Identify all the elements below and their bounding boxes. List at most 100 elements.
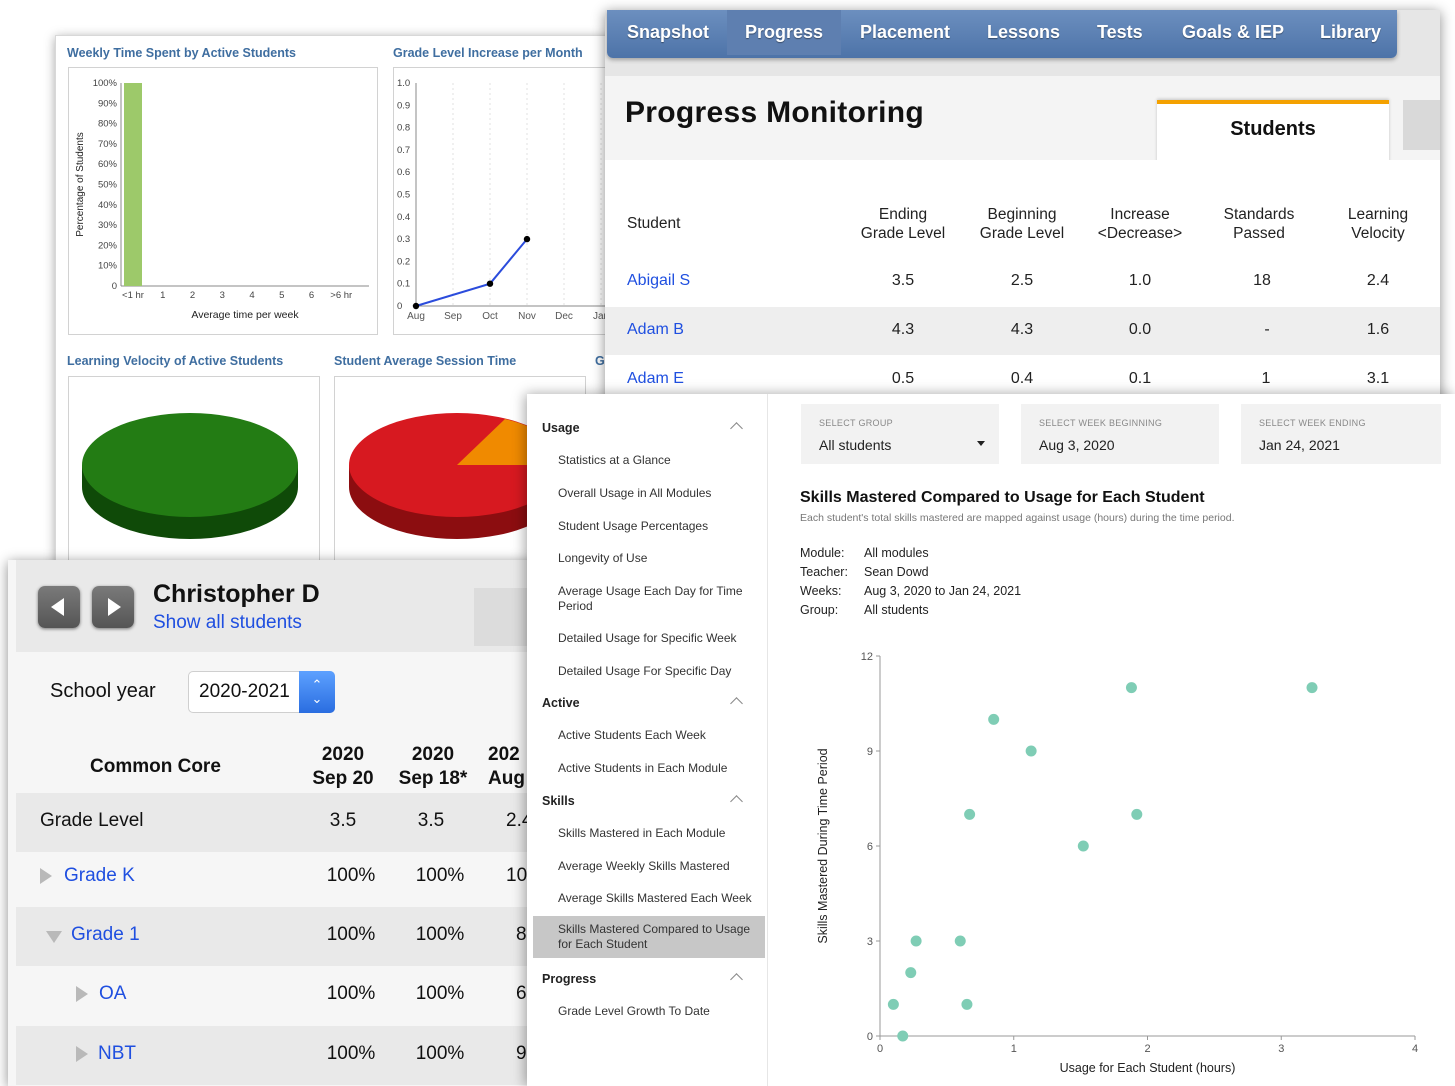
session-title: Student Average Session Time	[334, 354, 517, 368]
school-year-select[interactable]: 2020-2021 ⌃ ⌄	[188, 671, 335, 713]
meta-value: Sean Dowd	[864, 565, 929, 579]
students-table: Student Ending Grade Level Beginning Gra…	[605, 160, 1440, 410]
col-standards[interactable]: Standards Passed	[1199, 205, 1319, 243]
sidebar-item[interactable]: Average Weekly Skills Mastered	[558, 859, 758, 874]
expand-icon[interactable]	[76, 986, 88, 1002]
tab-placement[interactable]: Placement	[860, 22, 950, 43]
x-tick-label: 4	[1412, 1043, 1418, 1055]
col-date-1[interactable]: 2020 Sep 20	[308, 743, 378, 791]
velocity-pie-slice	[82, 413, 298, 517]
tab-tests[interactable]: Tests	[1097, 22, 1143, 43]
collapse-icon[interactable]	[46, 931, 62, 943]
data-point	[412, 302, 420, 310]
sidebar-item[interactable]: Longevity of Use	[558, 551, 758, 566]
y-tick-label: 9	[867, 746, 873, 758]
sidebar-item[interactable]: Statistics at a Glance	[558, 453, 758, 468]
y-tick-label: 0.7	[397, 145, 410, 156]
tab-goals-iep[interactable]: Goals & IEP	[1182, 22, 1284, 43]
velocity-cell: 2.4	[1366, 272, 1390, 289]
select-stepper-icon[interactable]: ⌃ ⌄	[299, 671, 335, 713]
y-tick-label: 0.2	[397, 256, 410, 267]
week-end-select[interactable]: SELECT WEEK ENDING Jan 24, 2021	[1241, 404, 1441, 464]
y-tick-label: 0.3	[397, 234, 410, 245]
group-select[interactable]: SELECT GROUP All students	[801, 404, 999, 464]
sidebar-item[interactable]: Detailed Usage For Specific Day	[558, 664, 758, 679]
grade-k-link[interactable]: Grade K	[64, 865, 135, 887]
section-usage[interactable]: Usage	[542, 421, 580, 435]
scatter-point	[954, 935, 966, 947]
student-link[interactable]: Adam E	[627, 370, 684, 388]
student-link[interactable]: Abigail S	[627, 272, 690, 290]
col-date-3[interactable]: 202 Aug	[488, 743, 525, 791]
x-tick-label: 2	[1144, 1043, 1150, 1055]
col-ending-grade[interactable]: Ending Grade Level	[843, 205, 963, 243]
show-all-students-link[interactable]: Show all students	[153, 612, 302, 634]
tab-lessons[interactable]: Lessons	[987, 22, 1060, 43]
section-progress[interactable]: Progress	[542, 972, 596, 986]
value-cell: 100%	[415, 1043, 465, 1064]
chevron-up-icon[interactable]	[730, 795, 743, 808]
grade-1-link[interactable]: Grade 1	[71, 924, 140, 946]
data-point	[523, 235, 531, 243]
prev-student-button[interactable]	[38, 586, 80, 628]
standards-cell: 1	[1261, 370, 1271, 387]
sidebar-item[interactable]: Active Students in Each Module	[558, 761, 758, 776]
sidebar-item[interactable]: Detailed Usage for Specific Week	[558, 631, 758, 646]
scatter-point	[1025, 745, 1037, 757]
col-velocity[interactable]: Learning Velocity	[1318, 205, 1438, 243]
col-date-2[interactable]: 2020 Sep 18*	[393, 743, 473, 791]
tab-snapshot[interactable]: Snapshot	[627, 22, 709, 43]
sidebar-item[interactable]: Average Usage Each Day for Time Period	[558, 584, 748, 614]
col-student[interactable]: Student	[627, 214, 680, 233]
sidebar-item[interactable]: Skills Mastered in Each Module	[558, 826, 758, 841]
student-link[interactable]: Adam B	[627, 321, 684, 339]
chevron-up-icon[interactable]	[730, 697, 743, 710]
tab-next[interactable]	[1403, 100, 1440, 150]
bar	[124, 83, 142, 286]
chevron-up-icon[interactable]	[730, 422, 743, 435]
school-year-value: 2020-2021	[199, 681, 290, 702]
chevron-up-icon[interactable]	[730, 973, 743, 986]
oa-link[interactable]: OA	[99, 983, 126, 1005]
x-tick-label: Dec	[555, 311, 573, 322]
expand-icon[interactable]	[76, 1046, 88, 1062]
y-tick-label: 0.9	[397, 100, 410, 111]
data-point	[486, 280, 494, 287]
list-item: NBT 100% 100% 91	[16, 1026, 588, 1085]
week-begin-select[interactable]: SELECT WEEK BEGINNING Aug 3, 2020	[1021, 404, 1219, 464]
sidebar-item-active[interactable]: Skills Mastered Compared to Usage for Ea…	[533, 916, 765, 958]
col-increase[interactable]: Increase <Decrease>	[1080, 205, 1200, 243]
col-year: 202	[488, 744, 520, 765]
scatter-point	[1306, 682, 1318, 694]
value-cell: 3.5	[329, 810, 357, 831]
tab-students[interactable]: Students	[1157, 100, 1389, 166]
series-line	[415, 238, 528, 307]
student-detail-panel: Christopher D Show all students School y…	[8, 560, 588, 1086]
col-beginning-grade[interactable]: Beginning Grade Level	[962, 205, 1082, 243]
tab-library[interactable]: Library	[1320, 22, 1381, 43]
sidebar-item[interactable]: Active Students Each Week	[558, 728, 758, 743]
analytics-panel: Usage Statistics at a Glance Overall Usa…	[527, 394, 1455, 1086]
value-cell: 3.5	[417, 810, 445, 831]
sidebar-item[interactable]: Grade Level Growth To Date	[558, 1004, 758, 1019]
increase-cell: 1.0	[1128, 272, 1152, 289]
nbt-link[interactable]: NBT	[98, 1043, 136, 1065]
sidebar-item[interactable]: Student Usage Percentages	[558, 519, 758, 534]
scatter-point	[1131, 808, 1143, 820]
section-active[interactable]: Active	[542, 696, 580, 710]
x-tick-label: >6 hr	[330, 290, 352, 301]
standards-cell: -	[1264, 321, 1270, 338]
section-skills[interactable]: Skills	[542, 794, 575, 808]
expand-icon[interactable]	[40, 868, 52, 884]
value-cell: 100%	[326, 924, 376, 945]
arrow-right-icon	[108, 598, 121, 616]
caret-down-icon	[977, 441, 985, 446]
next-student-button[interactable]	[92, 586, 134, 628]
sidebar-item[interactable]: Overall Usage in All Modules	[558, 486, 758, 501]
scatter-point	[961, 998, 973, 1010]
x-axis-label: Average time per week	[191, 309, 299, 321]
ending-cell: 3.5	[891, 272, 915, 289]
sidebar-item[interactable]: Average Skills Mastered Each Week	[558, 891, 758, 906]
tab-progress[interactable]: Progress	[727, 10, 842, 55]
y-tick-label: 80%	[98, 119, 118, 130]
